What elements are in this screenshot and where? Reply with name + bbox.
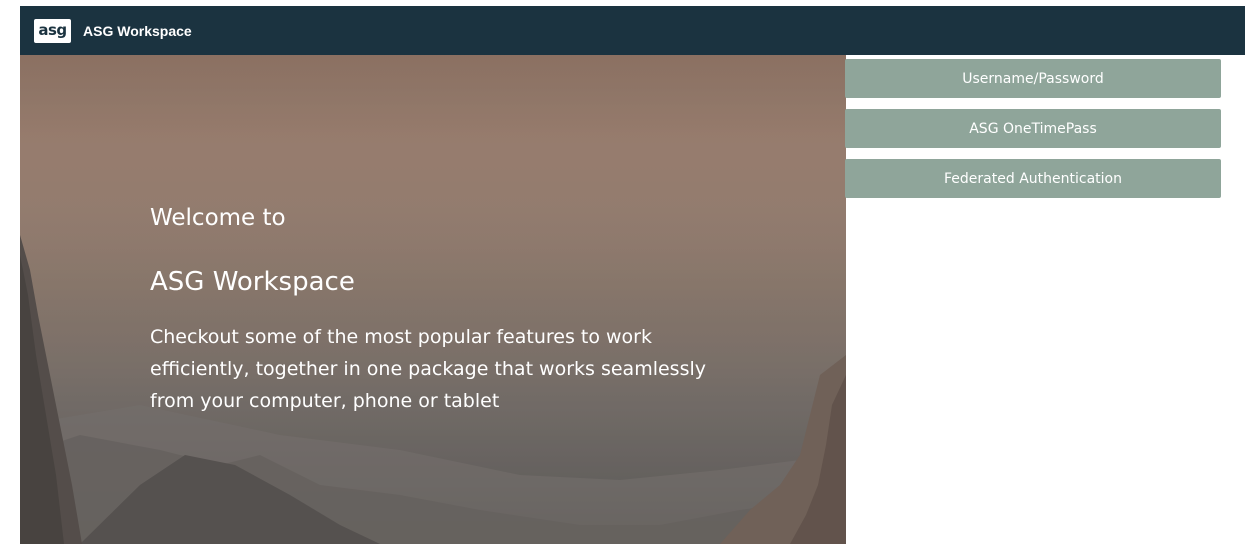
hero-description: Checkout some of the most popular featur… — [150, 326, 707, 412]
welcome-heading: Welcome to — [150, 205, 286, 231]
asg-logo[interactable]: asg — [34, 18, 71, 43]
hero-title: ASG Workspace — [150, 267, 355, 297]
federated-authentication-button[interactable]: Federated Authentication — [845, 159, 1221, 198]
hero-banner: Welcome to ASG Workspace Checkout some o… — [20, 55, 846, 544]
authentication-options: Username/Password ASG OneTimePass Federa… — [845, 59, 1221, 209]
hero-text-block: Welcome to ASG Workspace Checkout some o… — [150, 205, 710, 417]
app-title: ASG Workspace — [83, 22, 192, 39]
top-bar: asg ASG Workspace — [20, 6, 1245, 55]
onetimepass-button[interactable]: ASG OneTimePass — [845, 109, 1221, 148]
username-password-button[interactable]: Username/Password — [845, 59, 1221, 98]
